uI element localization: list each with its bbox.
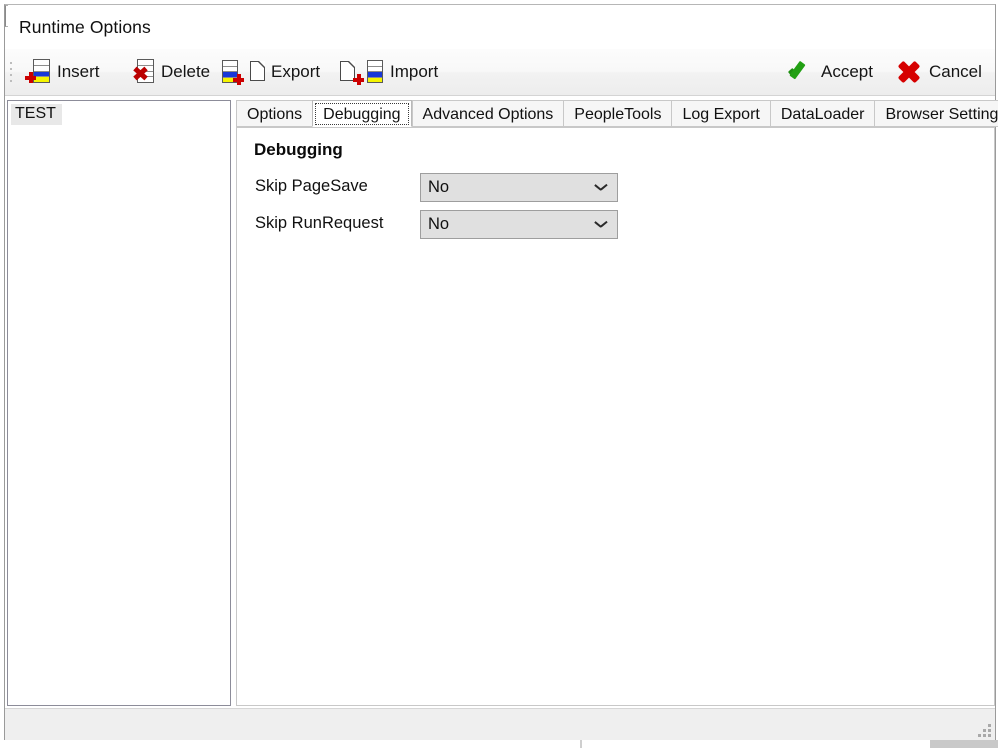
toolbar: Insert Delete [5,49,995,96]
skip-pagesave-select[interactable]: No [420,173,618,202]
tab-log-export[interactable]: Log Export [671,100,769,127]
window-drop-shadow [0,740,998,748]
tab-dataloader-label: DataLoader [781,106,865,123]
title-bar: Runtime Options [5,5,995,49]
import-button[interactable]: Import [336,55,442,89]
status-bar [5,708,995,741]
chevron-down-icon[interactable] [595,184,606,191]
export-button-label: Export [271,62,320,82]
tab-options-label: Options [247,106,302,123]
tab-dataloader[interactable]: DataLoader [770,100,875,127]
skip-pagesave-label: Skip PageSave [255,177,368,196]
tab-debugging-label: Debugging [323,106,400,123]
tab-strip: Options Debugging Advanced Options Peopl… [236,100,995,128]
tab-browser-settings[interactable]: Browser Settings [874,100,998,127]
window-title: Runtime Options [19,17,151,38]
tab-options[interactable]: Options [236,100,312,127]
tab-panel: Options Debugging Advanced Options Peopl… [236,100,995,706]
accept-button-label: Accept [821,62,873,82]
tab-log-export-label: Log Export [682,106,759,123]
red-x-icon [895,59,923,85]
insert-button-label: Insert [57,62,100,82]
tab-browser-settings-label: Browser Settings [885,106,998,123]
cancel-button[interactable]: Cancel [891,55,986,89]
table-to-file-icon [221,58,265,86]
chevron-down-icon[interactable] [595,221,606,228]
tab-peopletools-label: PeopleTools [574,106,661,123]
skip-runrequest-select[interactable]: No [420,210,618,239]
debugging-tab-content: Debugging Skip PageSave No Skip RunReque… [236,127,995,706]
shadow-right [930,740,998,748]
shadow-divider [580,740,582,748]
table-insert-icon [25,58,51,86]
delete-button[interactable]: Delete [125,55,214,89]
table-delete-icon [129,58,155,86]
window-frame: Runtime Options Insert [4,4,996,740]
toolbar-drag-handle[interactable] [10,62,14,84]
tab-advanced-options[interactable]: Advanced Options [412,100,564,127]
resize-grip-icon[interactable] [977,724,991,738]
body-area: TEST Options Debugging Advanced Options [5,96,995,708]
skip-runrequest-label: Skip RunRequest [255,214,383,233]
list-item-test[interactable]: TEST [11,104,62,125]
export-button[interactable]: Export [217,55,324,89]
skip-pagesave-value: No [428,178,449,197]
insert-button[interactable]: Insert [21,55,104,89]
runtime-options-window: Runtime Options Insert [0,0,998,748]
accept-button[interactable]: Accept [783,55,877,89]
tab-peopletools[interactable]: PeopleTools [563,100,671,127]
file-to-table-icon [340,58,384,86]
skip-runrequest-value: No [428,215,449,234]
delete-button-label: Delete [161,62,210,82]
environment-list[interactable]: TEST [7,100,231,706]
cancel-button-label: Cancel [929,62,982,82]
window-edge-nub [5,5,8,27]
group-title-debugging: Debugging [254,140,343,160]
tab-debugging[interactable]: Debugging [312,100,411,127]
green-check-icon [787,59,815,85]
tab-advanced-options-label: Advanced Options [423,106,554,123]
import-button-label: Import [390,62,438,82]
